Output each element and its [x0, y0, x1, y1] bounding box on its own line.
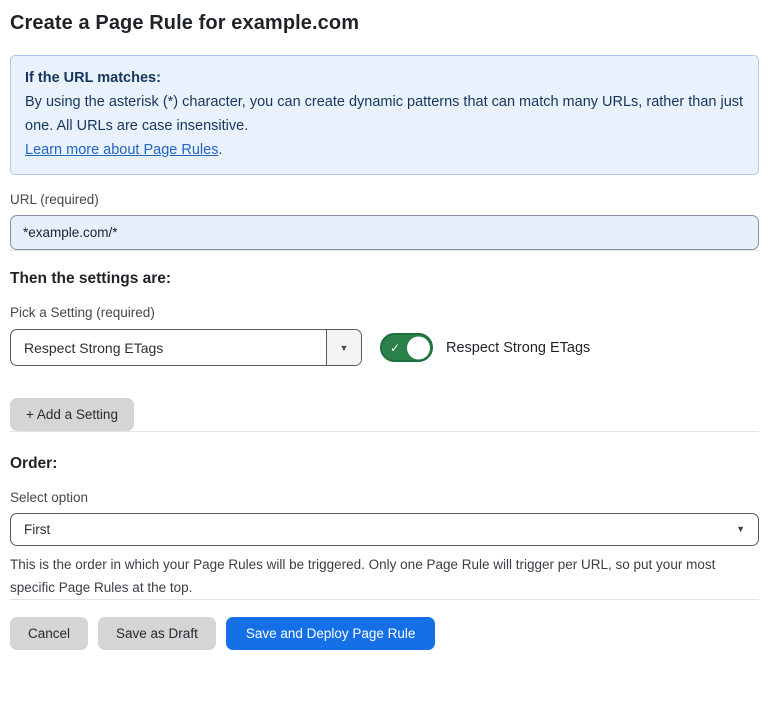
order-select-value: First: [24, 522, 50, 537]
url-field-label: URL (required): [10, 192, 759, 207]
setting-toggle-label: Respect Strong ETags: [446, 340, 590, 356]
pick-setting-label: Pick a Setting (required): [10, 305, 759, 320]
order-section-heading: Order:: [10, 455, 759, 473]
form-actions: Cancel Save as Draft Save and Deploy Pag…: [10, 617, 759, 650]
setting-toggle[interactable]: ✓: [380, 333, 433, 362]
url-match-info-box: If the URL matches: By using the asteris…: [10, 55, 759, 175]
cancel-button[interactable]: Cancel: [10, 617, 88, 650]
order-select-label: Select option: [10, 490, 759, 505]
chevron-down-icon: ▼: [736, 514, 745, 545]
chevron-down-icon: ▼: [340, 343, 349, 353]
url-input[interactable]: [10, 215, 759, 250]
order-help-text: This is the order in which your Page Rul…: [10, 553, 759, 599]
page-title: Create a Page Rule for example.com: [10, 12, 759, 35]
add-setting-button[interactable]: + Add a Setting: [10, 398, 134, 431]
page-rule-form: Create a Page Rule for example.com If th…: [0, 12, 769, 650]
divider: [10, 431, 759, 432]
setting-dropdown-value: Respect Strong ETags: [11, 330, 326, 365]
toggle-check-icon: ✓: [390, 342, 400, 354]
info-box-link-line: Learn more about Page Rules.: [25, 138, 744, 162]
info-box-body: By using the asterisk (*) character, you…: [25, 90, 744, 138]
setting-dropdown-arrow-button[interactable]: ▼: [326, 330, 361, 365]
divider: [10, 250, 759, 251]
learn-more-link[interactable]: Learn more about Page Rules: [25, 142, 218, 158]
toggle-knob: [407, 336, 430, 359]
settings-section-heading: Then the settings are:: [10, 270, 759, 288]
save-as-draft-button[interactable]: Save as Draft: [98, 617, 216, 650]
divider: [10, 599, 759, 600]
setting-row: Respect Strong ETags ▼ ✓ Respect Strong …: [10, 329, 759, 366]
save-and-deploy-button[interactable]: Save and Deploy Page Rule: [226, 617, 436, 650]
order-select[interactable]: First ▼: [10, 513, 759, 546]
info-box-heading: If the URL matches:: [25, 66, 744, 90]
setting-dropdown[interactable]: Respect Strong ETags ▼: [10, 329, 362, 366]
link-period: .: [218, 142, 222, 158]
